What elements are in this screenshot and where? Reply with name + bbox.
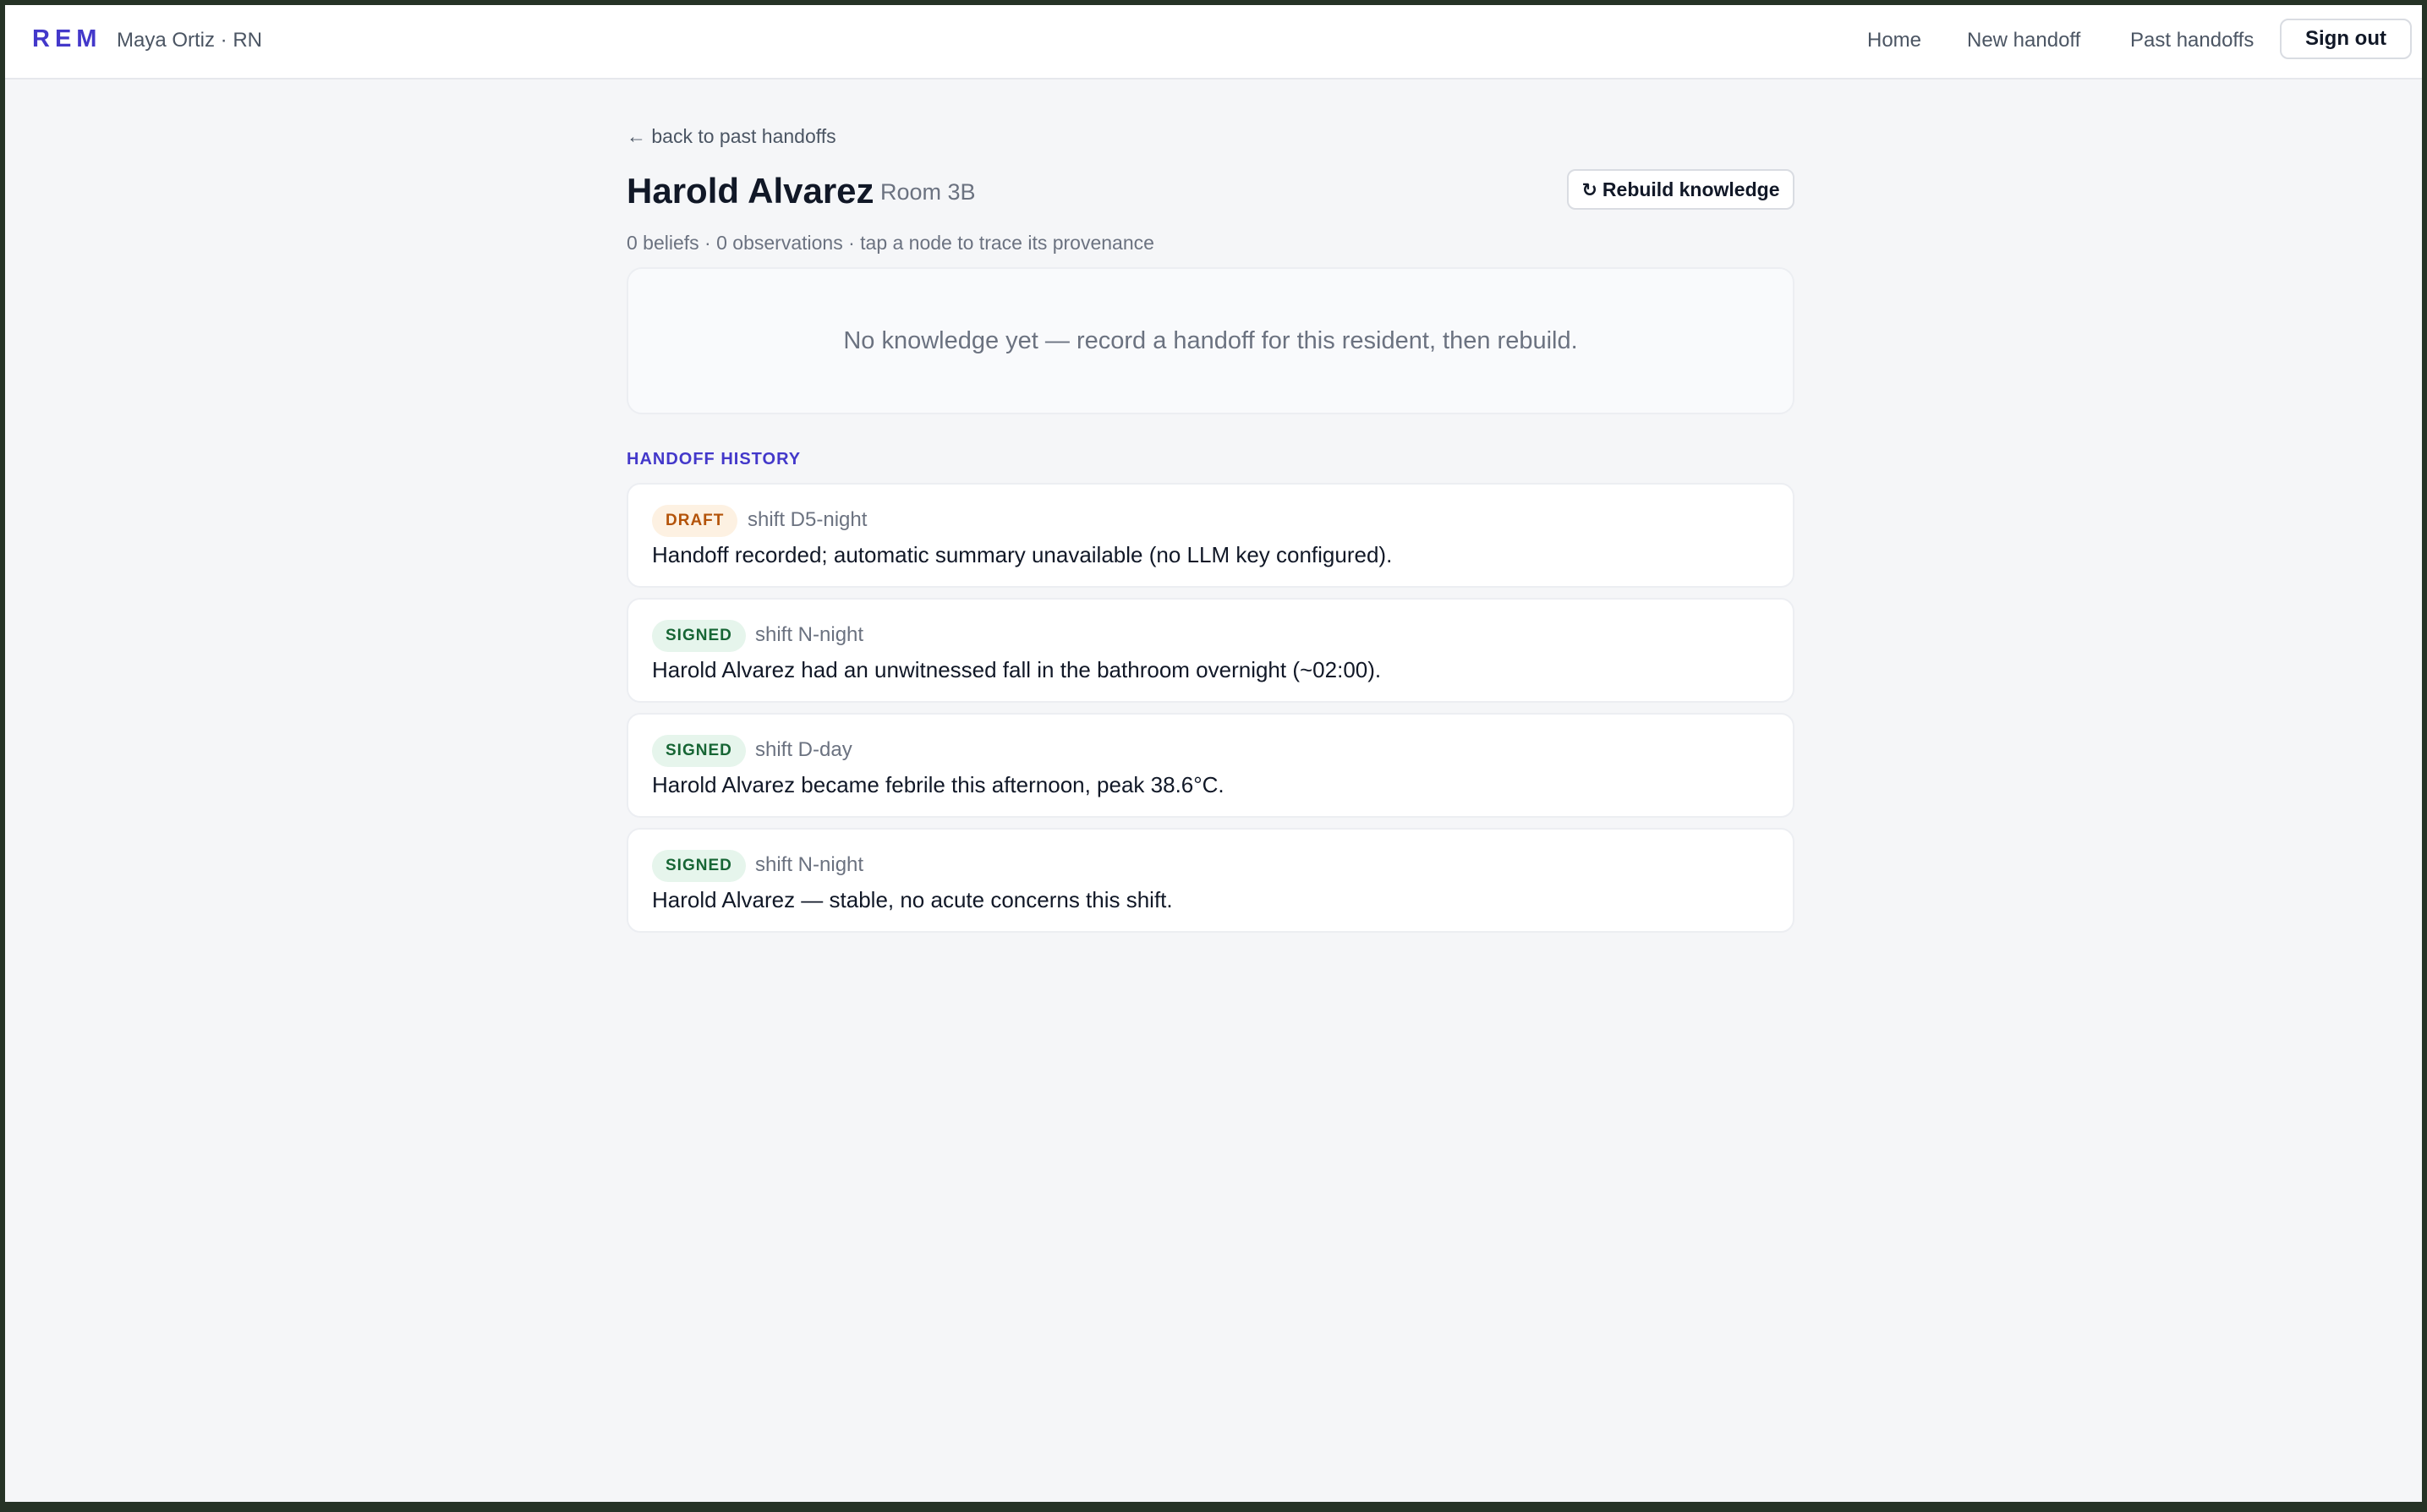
shift-label: shift N-night [755, 623, 864, 646]
handoff-summary: Harold Alvarez had an unwitnessed fall i… [652, 657, 1382, 682]
app-window: REM Maya Ortiz · RN Home New handoff Pas… [5, 5, 2422, 1502]
handoff-history-list: DRAFT shift D5-night Handoff recorded; a… [627, 483, 1794, 943]
nav-new-handoff-link[interactable]: New handoff [1967, 29, 2080, 52]
rebuild-knowledge-button[interactable]: ↻ Rebuild knowledge [1567, 169, 1794, 210]
handoff-card[interactable]: DRAFT shift D5-night Handoff recorded; a… [627, 483, 1794, 588]
handoff-history-heading: HANDOFF HISTORY [627, 450, 802, 468]
knowledge-empty-state: No knowledge yet — record a handoff for … [627, 267, 1794, 414]
patient-name: Harold Alvarez [627, 171, 874, 211]
room-label: Room 3B [880, 179, 976, 205]
empty-state-message: No knowledge yet — record a handoff for … [843, 327, 1578, 354]
back-to-past-handoffs-link[interactable]: ← back to past handoffs [627, 125, 836, 148]
shift-label: shift D-day [755, 738, 852, 761]
nav-home-link[interactable]: Home [1867, 29, 1921, 52]
brand-logo[interactable]: REM [32, 25, 101, 53]
handoff-summary: Harold Alvarez became febrile this after… [652, 772, 1224, 797]
handoff-summary: Harold Alvarez — stable, no acute concer… [652, 887, 1173, 912]
handoff-card[interactable]: SIGNED shift N-night Harold Alvarez had … [627, 598, 1794, 703]
shift-label: shift D5-night [748, 508, 868, 531]
status-badge-signed: SIGNED [652, 850, 746, 882]
knowledge-stats: 0 beliefs · 0 observations · tap a node … [627, 232, 1154, 254]
nav-past-handoffs-link[interactable]: Past handoffs [2130, 29, 2254, 52]
sign-out-button[interactable]: Sign out [2280, 19, 2412, 59]
status-badge-signed: SIGNED [652, 620, 746, 652]
rebuild-knowledge-label: Rebuild knowledge [1602, 178, 1780, 200]
status-badge-signed: SIGNED [652, 735, 746, 767]
handoff-summary: Handoff recorded; automatic summary unav… [652, 542, 1393, 567]
status-badge-draft: DRAFT [652, 505, 738, 537]
handoff-card[interactable]: SIGNED shift D-day Harold Alvarez became… [627, 713, 1794, 818]
current-user-label: Maya Ortiz · RN [117, 29, 263, 52]
shift-label: shift N-night [755, 853, 864, 876]
handoff-card[interactable]: SIGNED shift N-night Harold Alvarez — st… [627, 828, 1794, 933]
top-navigation-bar: REM Maya Ortiz · RN Home New handoff Pas… [5, 5, 2422, 79]
refresh-icon: ↻ [1581, 179, 1597, 200]
